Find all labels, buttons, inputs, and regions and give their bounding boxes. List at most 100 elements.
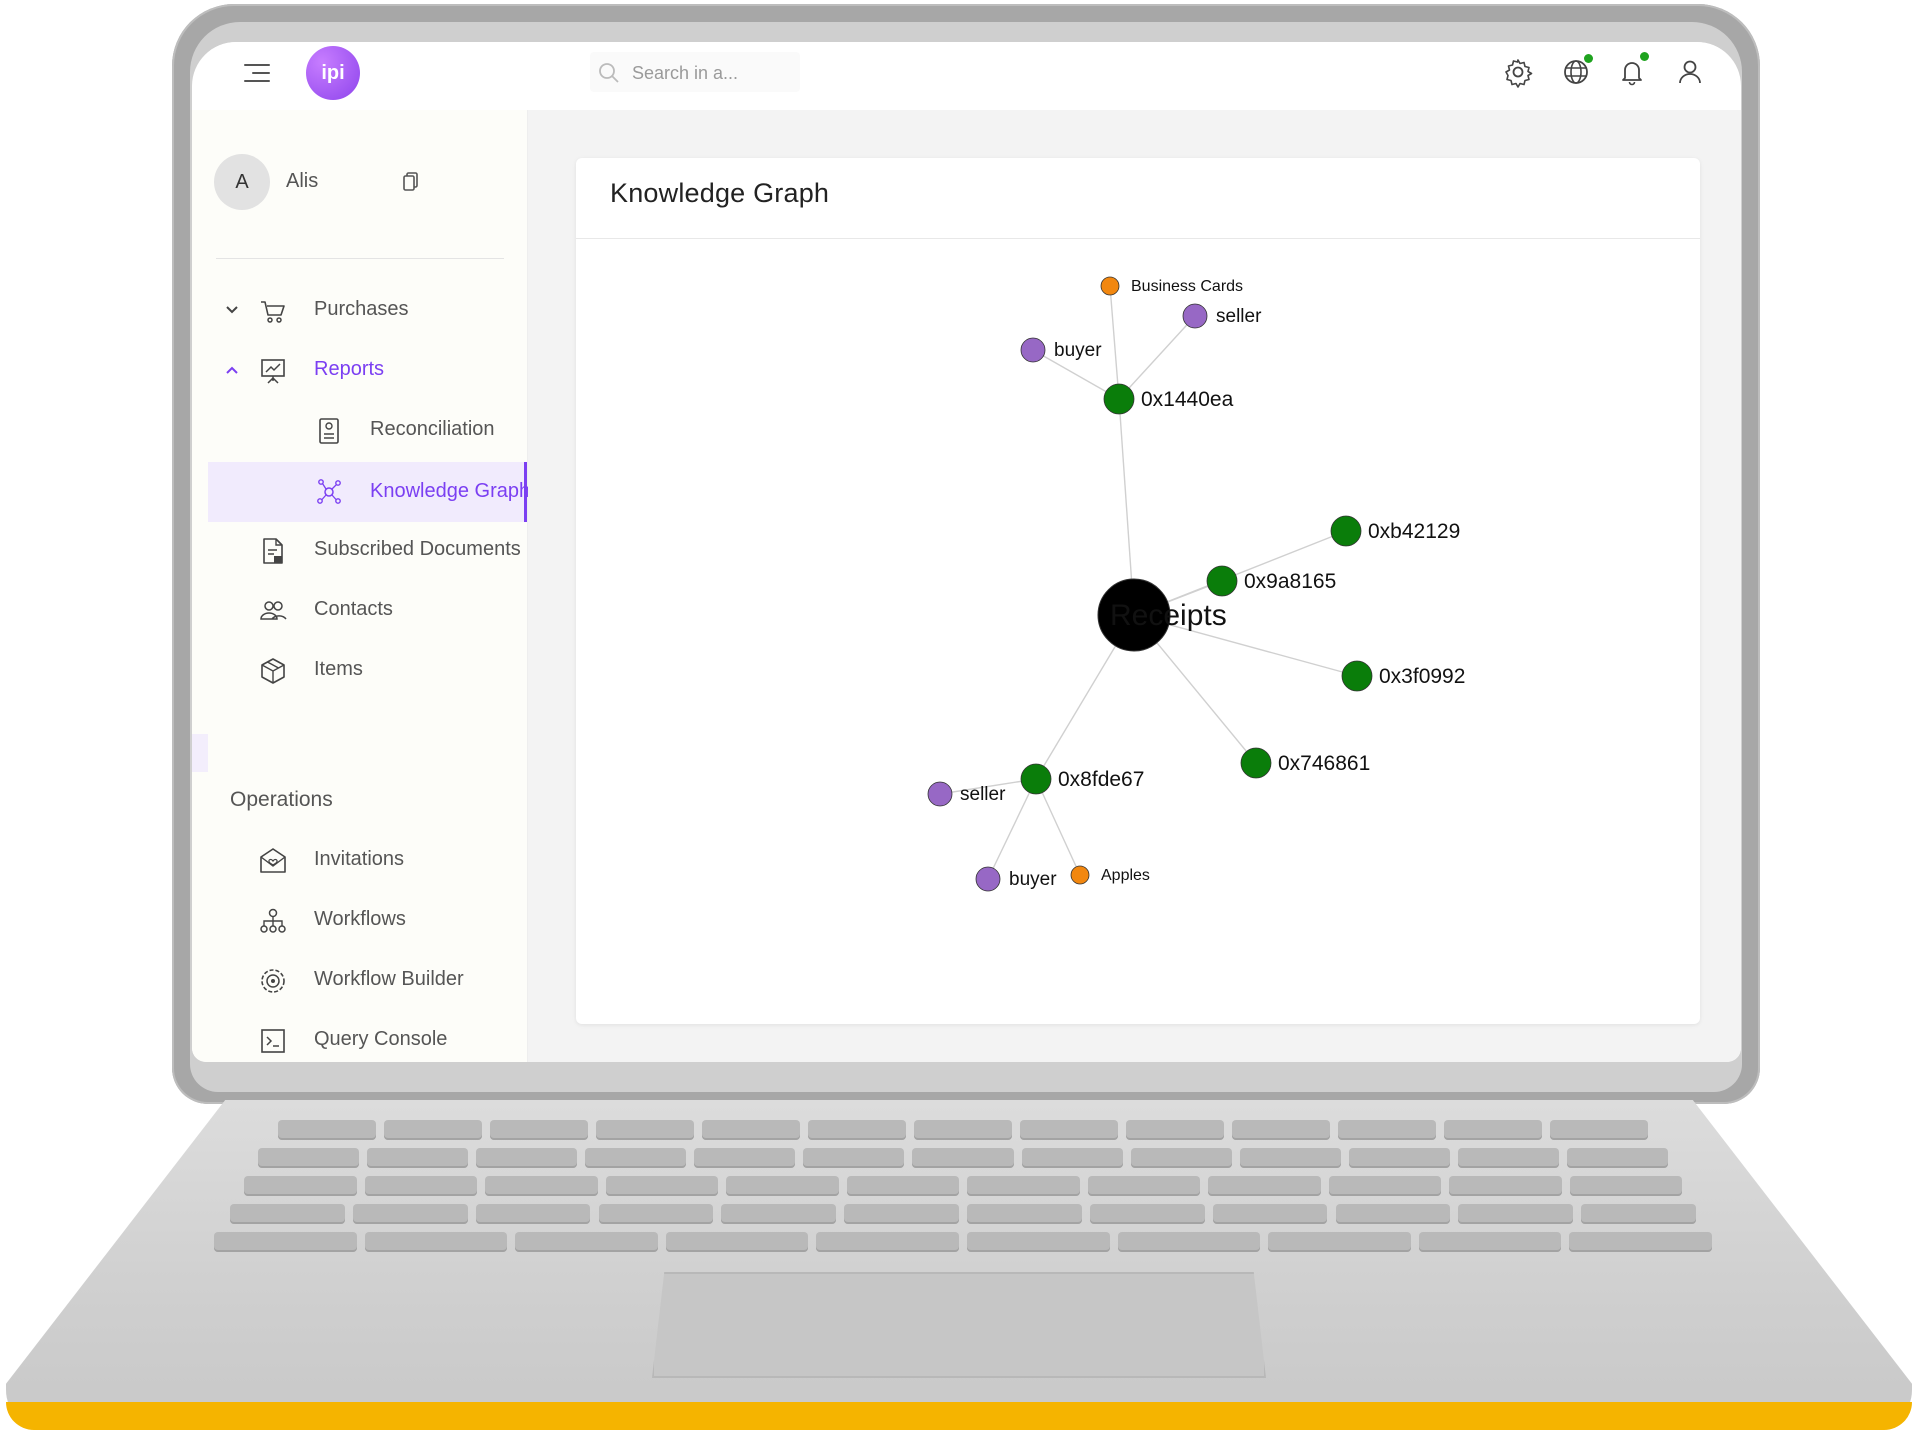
graph-node-root[interactable]: Receipts <box>1097 578 1227 652</box>
keyboard-key <box>244 1176 357 1196</box>
keyboard-key <box>230 1204 345 1224</box>
sidebar-item-reconciliation[interactable]: Reconciliation <box>208 402 527 458</box>
graph-node-label: 0x9a8165 <box>1244 570 1336 593</box>
sidebar-item-subscribed-documents[interactable]: Subscribed Documents <box>208 522 527 578</box>
graph-node-circle[interactable] <box>1341 660 1373 692</box>
graph-node-role[interactable]: seller <box>1182 303 1262 329</box>
graph-node-item[interactable]: Business Cards <box>1100 276 1243 296</box>
menu-toggle-icon[interactable] <box>244 62 270 84</box>
laptop-base-trim <box>6 1402 1912 1430</box>
keyboard-key <box>1569 1176 1682 1196</box>
graph-node-transaction[interactable]: 0x8fde67 <box>1020 763 1144 795</box>
graph-node-transaction[interactable]: 0x1440ea <box>1103 383 1234 415</box>
sidebar-item-label: Query Console <box>314 1028 448 1050</box>
keyboard-key <box>598 1204 714 1224</box>
graph-node-circle[interactable] <box>1020 763 1052 795</box>
graph-node-circle[interactable] <box>1182 303 1208 329</box>
keyboard-row <box>208 1148 1718 1170</box>
copy-icon[interactable] <box>400 170 422 194</box>
graph-node-label: buyer <box>1054 340 1102 361</box>
workflow-icon <box>260 908 286 933</box>
keyboard-key <box>605 1176 718 1196</box>
sidebar-item-purchases[interactable]: Purchases <box>208 282 527 338</box>
graph-node-circle[interactable] <box>1100 276 1120 296</box>
graph-node-circle[interactable] <box>1240 747 1272 779</box>
keyboard-key <box>1418 1232 1562 1252</box>
keyboard-key <box>1550 1120 1648 1140</box>
keyboard-key <box>1449 1176 1562 1196</box>
keyboard-key <box>384 1120 482 1140</box>
sidebar-item-contacts[interactable]: Contacts <box>208 582 527 638</box>
graph-node-circle[interactable] <box>1206 565 1238 597</box>
keyboard-key <box>694 1148 796 1168</box>
keyboard-key <box>846 1176 959 1196</box>
sidebar-item-workflows[interactable]: Workflows <box>208 892 527 948</box>
keyboard-key <box>490 1120 588 1140</box>
keyboard-key <box>485 1176 598 1196</box>
graph-node-label: 0x3f0992 <box>1379 665 1465 688</box>
avatar[interactable]: A <box>214 154 270 210</box>
keyboard-key <box>364 1232 508 1252</box>
keyboard-key <box>1268 1232 1411 1252</box>
presentation-chart-icon <box>261 359 285 384</box>
graph-node-role[interactable]: seller <box>927 781 1006 807</box>
sidebar-item-query-console[interactable]: Query Console <box>208 1012 527 1062</box>
graph-edge-tx1-r2 <box>1118 315 1196 400</box>
graph-node-circle[interactable] <box>975 866 1001 892</box>
subscribed-document-icon <box>263 538 283 564</box>
keyboard-key <box>352 1204 468 1224</box>
graph-node-transaction[interactable]: 0xb42129 <box>1330 515 1460 547</box>
terminal-icon <box>261 1029 285 1053</box>
graph-node-circle[interactable] <box>1103 383 1135 415</box>
keyboard-key <box>476 1148 578 1168</box>
keyboard-key <box>364 1176 477 1196</box>
graph-node-transaction[interactable]: 0x9a8165 <box>1206 565 1336 597</box>
page-title: Knowledge Graph <box>610 178 830 208</box>
graph-node-transaction[interactable]: 0x3f0992 <box>1341 660 1465 692</box>
keyboard-key <box>1444 1120 1542 1140</box>
graph-node-label: 0xb42129 <box>1368 520 1460 543</box>
graph-node-transaction[interactable]: 0x746861 <box>1240 747 1370 779</box>
sidebar-item-label: Invitations <box>314 848 405 870</box>
main-content: Knowledge Graph Receipts 0x1440ea 0xb42129… <box>528 110 1741 1062</box>
keyboard-key <box>585 1148 687 1168</box>
workflow-builder-gear-icon <box>261 969 285 993</box>
keyboard-key <box>367 1148 469 1168</box>
app-logo[interactable]: ipi <box>306 46 360 100</box>
graph-node-item[interactable]: Apples <box>1070 865 1150 885</box>
sidebar-item-workflow-builder[interactable]: Workflow Builder <box>208 952 527 1008</box>
graph-node-circle[interactable] <box>927 781 953 807</box>
user-icon[interactable] <box>1674 56 1706 88</box>
graph-node-label: Receipts <box>1110 599 1227 632</box>
sidebar-item-label: Knowledge Graph <box>370 480 531 502</box>
knowledge-graph-canvas[interactable]: Receipts 0x1440ea 0xb42129 0x9a8165 0x3f0992… <box>576 239 1700 1024</box>
settings-icon[interactable] <box>1502 56 1534 88</box>
keyboard-key <box>1089 1204 1205 1224</box>
keyboard-key <box>665 1232 809 1252</box>
chevron-up-icon[interactable] <box>224 364 240 376</box>
sidebar-divider <box>216 258 504 259</box>
sidebar-item-knowledge-graph[interactable]: Knowledge Graph <box>208 462 531 522</box>
search-input[interactable] <box>630 58 794 88</box>
sidebar-item-invitations[interactable]: Invitations <box>208 832 527 888</box>
graph-node-circle[interactable] <box>1330 515 1362 547</box>
keyboard-row <box>208 1120 1718 1142</box>
keyboard-key <box>912 1148 1014 1168</box>
sidebar-item-reports[interactable]: Reports <box>208 342 527 398</box>
cube-icon <box>261 658 285 684</box>
graph-node-circle[interactable] <box>1070 865 1090 885</box>
graph-node-circle[interactable] <box>1020 337 1046 363</box>
keyboard-key <box>702 1120 800 1140</box>
globe-status-dot <box>1584 54 1593 63</box>
graph-node-role[interactable]: buyer <box>1020 337 1102 363</box>
chevron-down-icon[interactable] <box>224 304 240 316</box>
sidebar-item-label: Purchases <box>314 298 409 320</box>
keyboard-key <box>1348 1148 1450 1168</box>
sidebar-item-label: Reports <box>314 358 385 380</box>
search-box[interactable] <box>590 52 800 92</box>
graph-node-role[interactable]: buyer <box>975 866 1057 892</box>
operations-section-title: Operations <box>230 788 333 811</box>
sidebar-item-items[interactable]: Items <box>208 642 527 698</box>
keyboard-key <box>1581 1204 1696 1224</box>
sidebar-item-label: Workflow Builder <box>314 968 464 990</box>
